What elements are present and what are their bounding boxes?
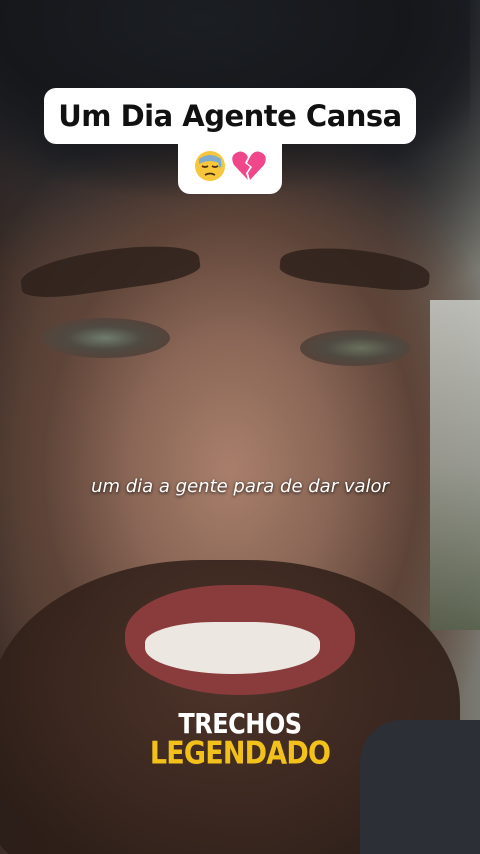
watermark-line-1: TRECHOS — [178, 707, 302, 741]
channel-watermark: TRECHOS LEGENDADO — [0, 707, 480, 772]
video-player[interactable]: Um Dia Agente Cansa um dia a gente para … — [0, 0, 480, 854]
broken-heart-icon — [231, 149, 267, 183]
background-window — [430, 300, 480, 630]
title-emoji-row — [178, 138, 282, 194]
video-title: Um Dia Agente Cansa — [58, 99, 402, 133]
teeth — [145, 622, 320, 674]
downcast-face-with-sweat-icon — [193, 149, 227, 183]
caption-subtitle: um dia a gente para de dar valor — [91, 476, 389, 497]
right-eye — [300, 330, 410, 366]
title-sticker: Um Dia Agente Cansa — [44, 88, 416, 144]
right-eyebrow — [278, 242, 432, 294]
left-eye — [40, 318, 170, 358]
watermark-line-2: LEGENDADO — [149, 735, 331, 772]
